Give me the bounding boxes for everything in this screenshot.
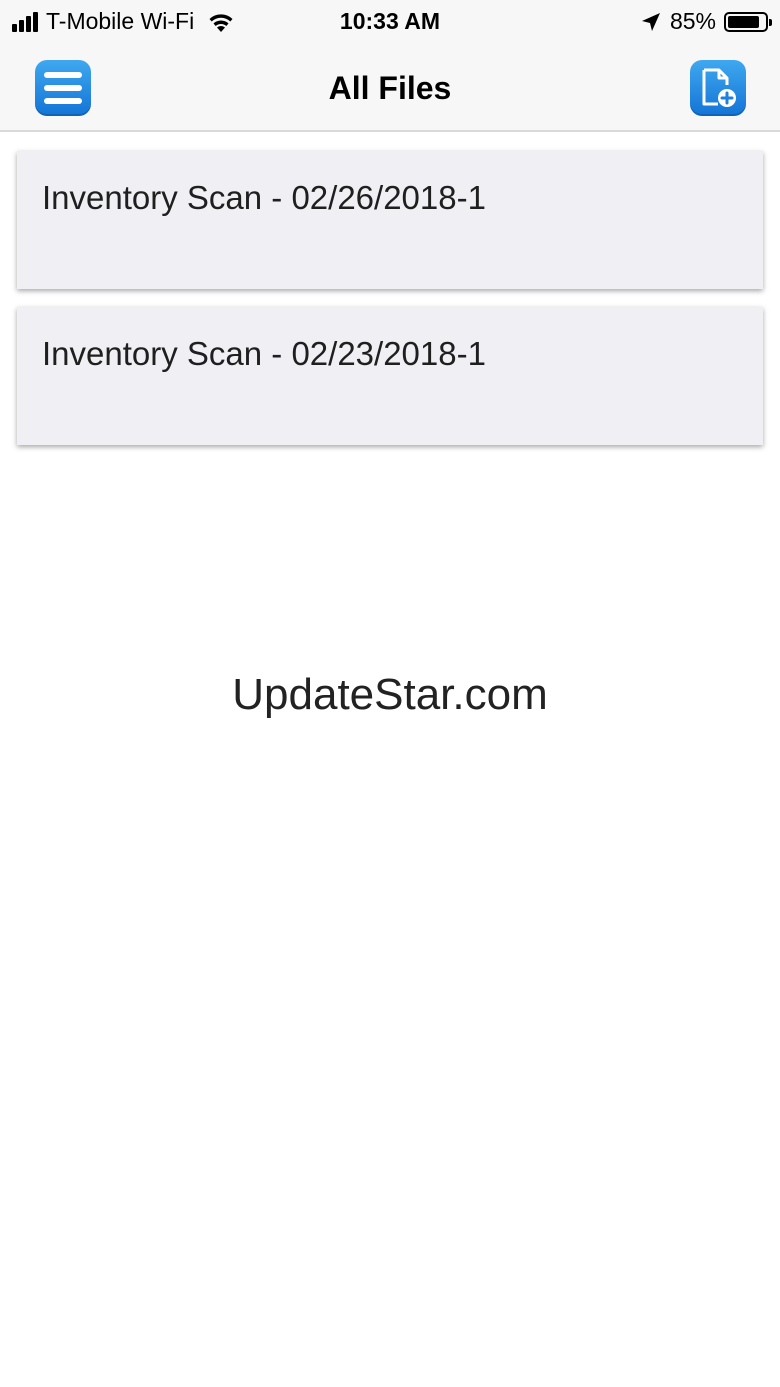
menu-button[interactable] [35,60,91,116]
menu-icon [44,72,82,104]
page-title: All Files [328,70,452,106]
battery-icon [724,11,772,32]
status-bar: T-Mobile Wi-Fi 10:33 AM 85% [0,0,780,44]
new-file-button[interactable] [690,60,746,116]
new-file-icon [702,68,736,107]
battery-cap [769,18,772,26]
location-arrow-icon [641,12,660,31]
watermark-text: UpdateStar.com [232,670,548,719]
file-name: Inventory Scan - 02/23/2018-1 [42,335,486,372]
file-list-item[interactable]: Inventory Scan - 02/26/2018-1 [17,151,763,289]
nav-bar: All Files [0,44,780,132]
file-list-item[interactable]: Inventory Scan - 02/23/2018-1 [17,307,763,445]
file-list: Inventory Scan - 02/26/2018-1 Inventory … [17,151,763,463]
app-screen: T-Mobile Wi-Fi 10:33 AM 85% All Files In… [0,0,780,1387]
status-right: 85% [640,8,772,35]
file-name: Inventory Scan - 02/26/2018-1 [42,179,486,216]
battery-fill [728,15,759,28]
battery-percent: 85% [669,8,716,34]
